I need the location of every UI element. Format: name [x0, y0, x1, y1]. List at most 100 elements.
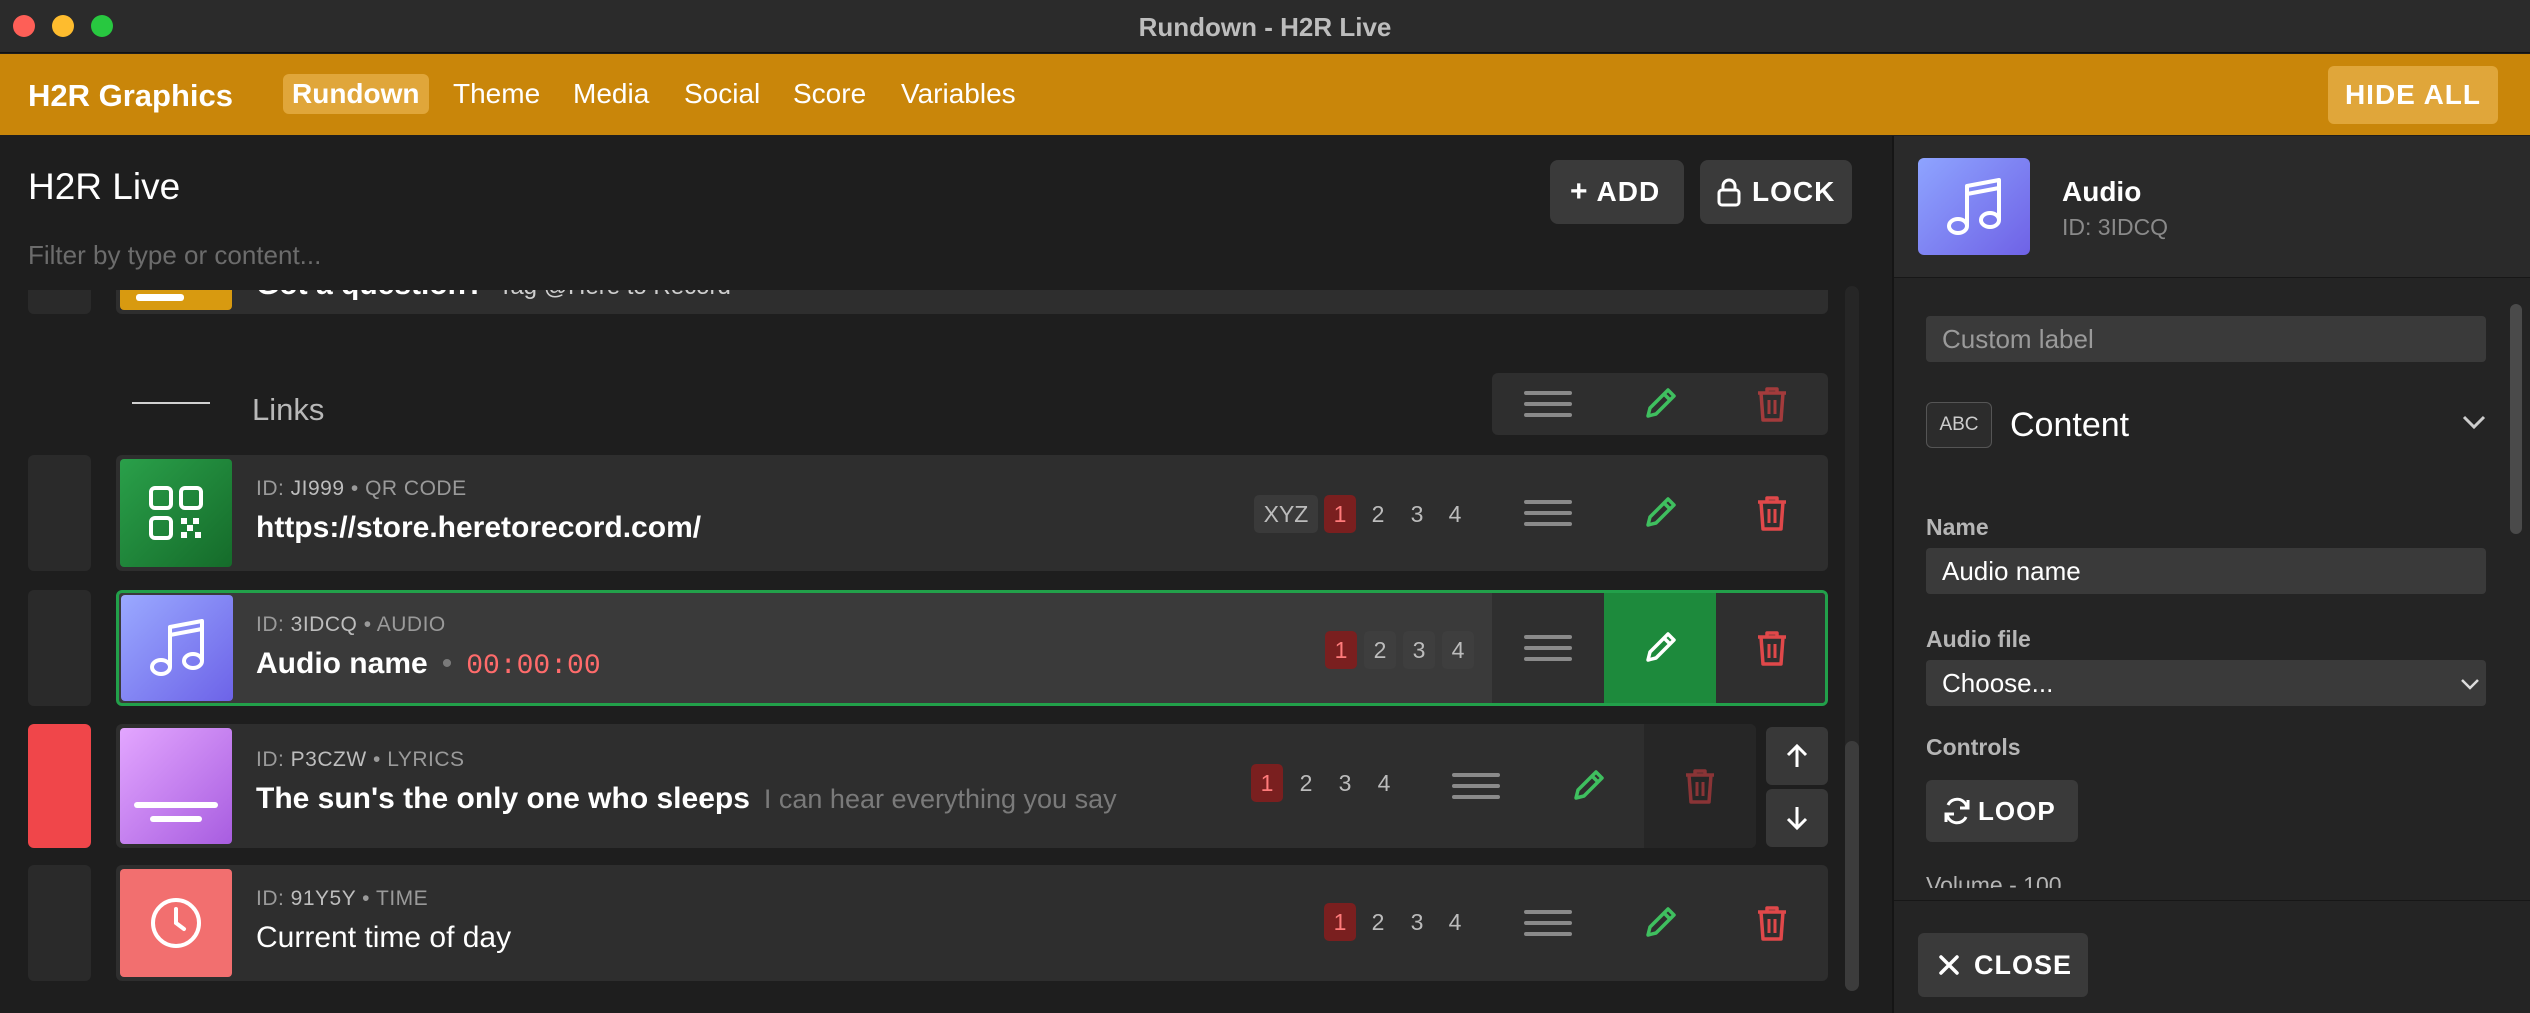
item-main-text: Audio name • 00:00:00 — [256, 647, 601, 682]
add-button[interactable]: + ADD — [1550, 160, 1684, 224]
inspector-title: Audio — [2062, 176, 2142, 207]
qr-thumb — [120, 459, 232, 567]
list-item-audio[interactable]: ID: 3IDCQ • AUDIO Audio name • 00:00:00 1 … — [116, 590, 1828, 706]
arrow-down-icon — [1786, 807, 1808, 831]
chevron-down-icon — [2461, 679, 2479, 690]
tab-media[interactable]: Media — [564, 74, 658, 114]
list-item-time[interactable]: ID: 91Y5Y • TIME Current time of day 1 2… — [116, 865, 1828, 981]
layer-chip-1[interactable]: 1 — [1251, 764, 1283, 802]
delete-button-disabled[interactable] — [1644, 724, 1756, 848]
item-type: AUDIO — [376, 613, 446, 636]
lock-icon — [1717, 178, 1741, 207]
pencil-icon — [1646, 388, 1676, 418]
layer-chip-4[interactable]: 4 — [1439, 495, 1471, 533]
delete-button[interactable] — [1716, 455, 1828, 571]
layer-chip-3[interactable]: 3 — [1401, 495, 1433, 533]
delete-button[interactable] — [1716, 593, 1825, 703]
layer-chip-2[interactable]: 2 — [1362, 903, 1394, 941]
group-delete-button[interactable] — [1716, 373, 1828, 435]
trash-icon — [1758, 906, 1786, 941]
drag-button[interactable] — [1492, 865, 1604, 981]
layer-chip-2[interactable]: 2 — [1364, 631, 1396, 669]
name-field[interactable]: Audio name — [1926, 548, 2486, 594]
text-type-icon: ABC — [1926, 402, 1992, 448]
close-icon — [1939, 955, 1959, 975]
item-handle[interactable] — [28, 290, 91, 314]
edit-button[interactable] — [1604, 865, 1716, 981]
inspector-footer: CLOSE — [1894, 900, 2530, 1013]
partial-item-clip: Got a question? Tag @Here to Record — [0, 290, 1840, 326]
partial-thumb — [120, 290, 232, 310]
layer-chip-3[interactable]: 3 — [1401, 903, 1433, 941]
layer-chip-4[interactable]: 4 — [1442, 631, 1474, 669]
item-main-text: https://store.heretorecord.com/ — [256, 511, 702, 544]
delete-button[interactable] — [1716, 865, 1828, 981]
list-item-partial[interactable]: Got a question? Tag @Here to Record — [116, 290, 1828, 314]
loop-button[interactable]: LOOP — [1926, 780, 2078, 842]
custom-label-input[interactable] — [1926, 316, 2486, 362]
xyz-button[interactable]: XYZ — [1254, 495, 1318, 533]
item-handle[interactable] — [28, 865, 91, 981]
move-down-button[interactable] — [1766, 789, 1828, 847]
group-edit-button[interactable] — [1604, 373, 1716, 435]
drag-handle-icon — [1452, 773, 1500, 799]
layer-chip-3[interactable]: 3 — [1403, 631, 1435, 669]
layer-chip-1[interactable]: 1 — [1324, 495, 1356, 533]
add-label: ADD — [1596, 176, 1661, 207]
close-button[interactable]: CLOSE — [1918, 933, 2088, 997]
move-up-button[interactable] — [1766, 727, 1828, 785]
lyrics-sub: I can hear everything you say — [763, 784, 1117, 814]
chevron-down-icon — [2462, 415, 2486, 430]
item-live-indicator[interactable] — [28, 724, 91, 848]
drag-button[interactable] — [1492, 455, 1604, 571]
group-divider — [132, 402, 210, 404]
tab-social[interactable]: Social — [675, 74, 769, 114]
audio-name: Audio name — [256, 647, 428, 680]
item-id: 91Y5Y — [290, 887, 356, 910]
hide-all-button[interactable]: HIDE ALL — [2328, 66, 2498, 124]
qr-code-icon — [149, 486, 203, 540]
rundown-scrollbar-thumb[interactable] — [1845, 741, 1859, 991]
list-item-lyrics[interactable]: ID: P3CZW • LYRICS The sun's the only on… — [116, 724, 1756, 848]
item-id-line: ID: 91Y5Y • TIME — [256, 887, 429, 910]
item-main-text: Current time of day — [256, 921, 512, 954]
tab-theme[interactable]: Theme — [444, 74, 549, 114]
tab-rundown[interactable]: Rundown — [283, 74, 429, 114]
edit-button[interactable] — [1532, 724, 1644, 848]
layer-chip-1[interactable]: 1 — [1324, 903, 1356, 941]
filter-input[interactable] — [28, 240, 828, 271]
audio-file-value: Choose... — [1942, 668, 2054, 698]
lyrics-line-icon — [134, 802, 218, 808]
layer-chip-3[interactable]: 3 — [1329, 764, 1361, 802]
item-id: JI999 — [290, 477, 345, 500]
trash-icon — [1758, 631, 1786, 666]
inspector-id: ID: 3IDCQ — [2062, 214, 2169, 240]
lyrics-main: The sun's the only one who sleeps — [256, 782, 750, 815]
item-handle[interactable] — [28, 590, 91, 706]
drag-button[interactable] — [1492, 593, 1604, 703]
layer-chip-1[interactable]: 1 — [1325, 631, 1357, 669]
item-id-line: ID: JI999 • QR CODE — [256, 477, 467, 500]
drag-button[interactable] — [1420, 724, 1532, 848]
group-drag-button[interactable] — [1492, 373, 1604, 435]
lock-button[interactable]: LOCK — [1700, 160, 1852, 224]
tab-variables[interactable]: Variables — [892, 74, 1025, 114]
item-handle[interactable] — [28, 455, 91, 571]
window-title: Rundown - H2R Live — [1138, 12, 1392, 42]
list-item-qr[interactable]: ID: JI999 • QR CODE https://store.hereto… — [116, 455, 1828, 571]
layer-chip-4[interactable]: 4 — [1368, 764, 1400, 802]
tab-score[interactable]: Score — [784, 74, 875, 114]
inspector-scrollbar-thumb[interactable] — [2510, 304, 2522, 534]
pencil-icon — [1646, 632, 1676, 662]
layer-chip-4[interactable]: 4 — [1439, 903, 1471, 941]
content-section-header[interactable]: ABC Content — [1926, 394, 2486, 454]
music-note-icon — [1947, 178, 2001, 235]
inspector-header: Audio ID: 3IDCQ — [1894, 136, 2530, 278]
layer-chip-2[interactable]: 2 — [1290, 764, 1322, 802]
drag-handle-icon — [1524, 635, 1572, 661]
audio-file-select[interactable]: Choose... — [1926, 660, 2486, 706]
edit-button-active[interactable] — [1604, 593, 1716, 703]
edit-button[interactable] — [1604, 455, 1716, 571]
inspector-panel: Audio ID: 3IDCQ ABC Content Name Audio n… — [1892, 136, 2530, 1013]
layer-chip-2[interactable]: 2 — [1362, 495, 1394, 533]
